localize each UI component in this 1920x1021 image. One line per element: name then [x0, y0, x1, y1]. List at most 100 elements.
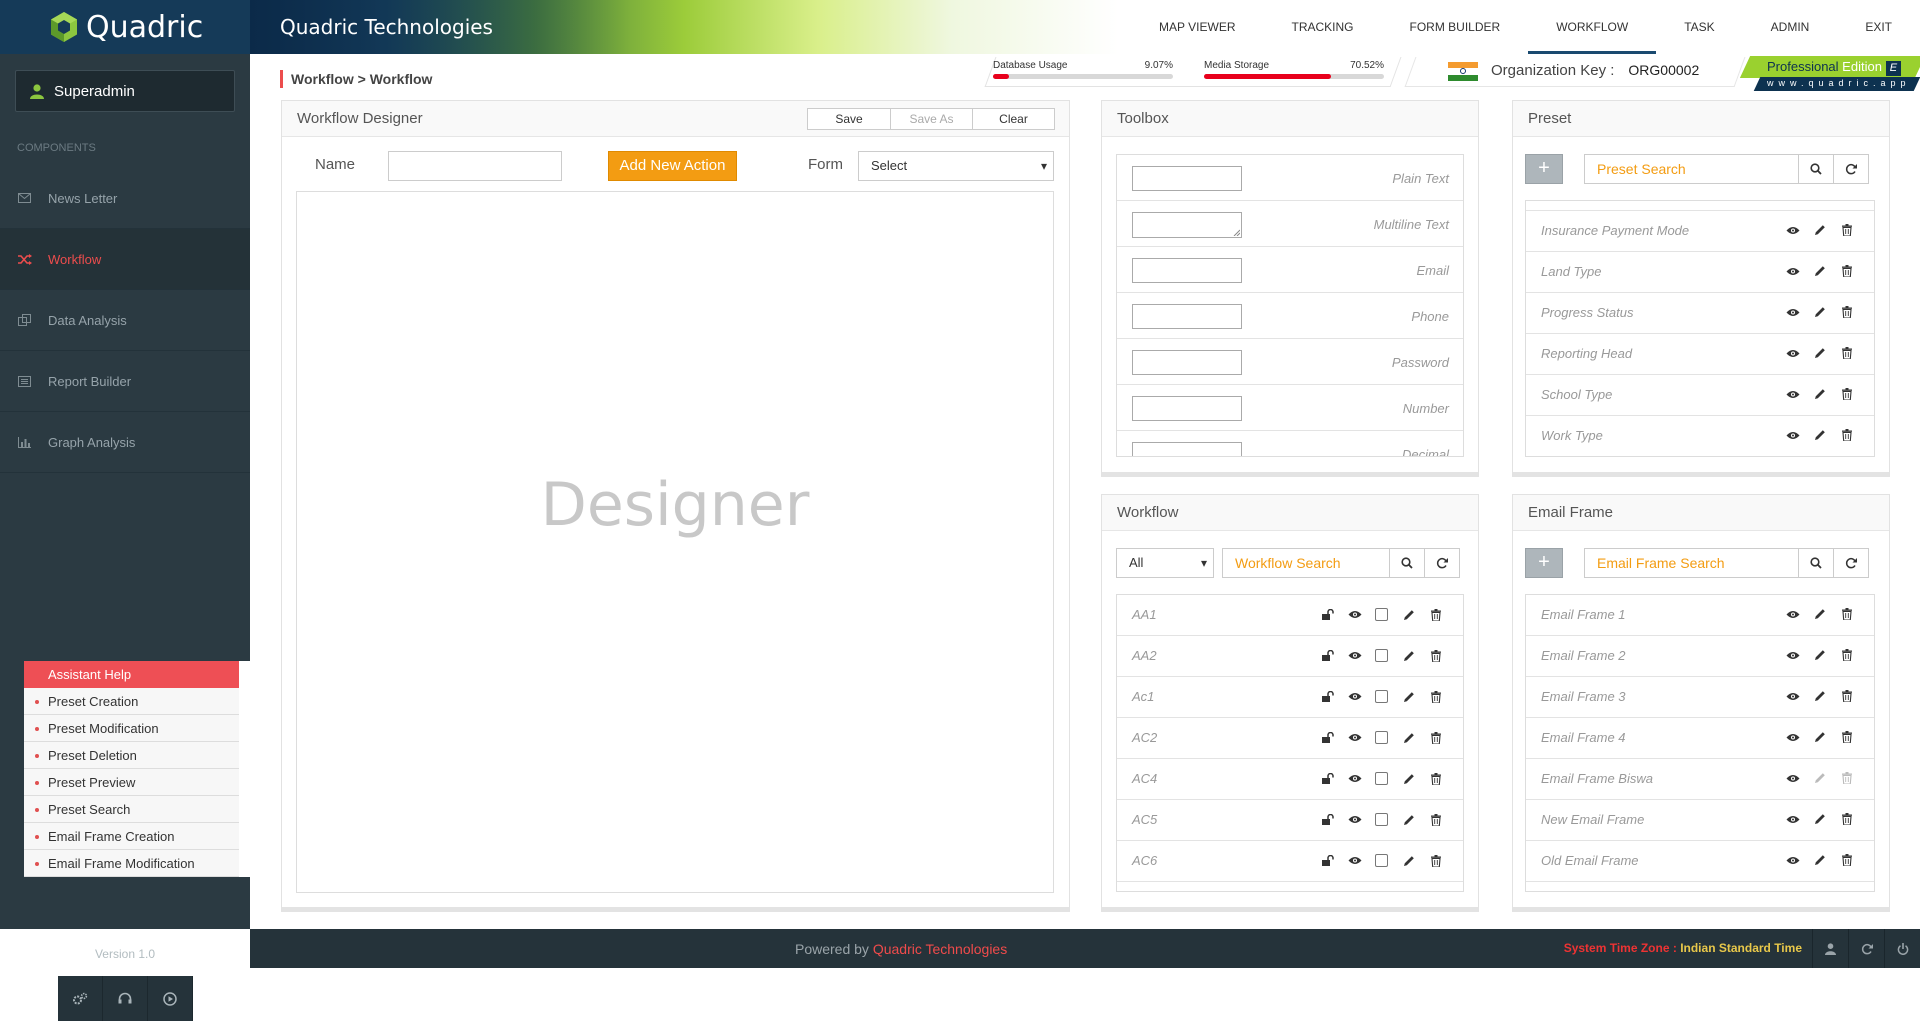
- delete-button[interactable]: [1833, 265, 1860, 277]
- view-button[interactable]: [1341, 774, 1368, 783]
- view-button[interactable]: [1779, 349, 1806, 358]
- select-checkbox[interactable]: [1368, 813, 1395, 826]
- user-box[interactable]: Superadmin: [15, 70, 235, 112]
- toolbox-item-password[interactable]: Password: [1117, 339, 1463, 385]
- unlock-button[interactable]: [1314, 609, 1341, 620]
- edit-button[interactable]: [1395, 773, 1422, 785]
- assistant-help-title[interactable]: Assistant Help: [24, 661, 239, 688]
- view-button[interactable]: [1779, 815, 1806, 824]
- view-button[interactable]: [1779, 431, 1806, 440]
- toolbox-item-number[interactable]: Number: [1117, 385, 1463, 431]
- select-checkbox[interactable]: [1368, 649, 1395, 662]
- select-checkbox[interactable]: [1368, 608, 1395, 621]
- toolbox-item-decimal[interactable]: Decimal: [1117, 431, 1463, 456]
- delete-button[interactable]: [1833, 690, 1860, 702]
- delete-button[interactable]: [1833, 772, 1860, 784]
- nav-map-viewer[interactable]: MAP VIEWER: [1131, 0, 1263, 54]
- edit-button[interactable]: [1806, 265, 1833, 277]
- select-checkbox[interactable]: [1368, 731, 1395, 744]
- select-checkbox[interactable]: [1368, 690, 1395, 703]
- unlock-button[interactable]: [1314, 773, 1341, 784]
- email-frame-search-input[interactable]: Email Frame Search: [1584, 548, 1799, 578]
- save-button[interactable]: Save: [808, 109, 890, 129]
- view-button[interactable]: [1341, 815, 1368, 824]
- view-button[interactable]: [1341, 692, 1368, 701]
- edit-button[interactable]: [1395, 650, 1422, 662]
- delete-button[interactable]: [1833, 813, 1860, 825]
- workflow-search-input[interactable]: Workflow Search: [1222, 548, 1390, 578]
- unlock-button[interactable]: [1314, 855, 1341, 866]
- view-button[interactable]: [1779, 692, 1806, 701]
- workflow-search-button[interactable]: [1389, 548, 1425, 578]
- edit-button[interactable]: [1806, 649, 1833, 661]
- delete-button[interactable]: [1422, 690, 1449, 703]
- edit-button[interactable]: [1806, 608, 1833, 620]
- clear-button[interactable]: Clear: [972, 109, 1054, 129]
- edit-button[interactable]: [1806, 306, 1833, 318]
- help-item-preset-preview[interactable]: Preset Preview: [24, 769, 239, 796]
- nav-tracking[interactable]: TRACKING: [1264, 0, 1382, 54]
- unlock-button[interactable]: [1314, 732, 1341, 743]
- edit-button[interactable]: [1806, 854, 1833, 866]
- unlock-button[interactable]: [1314, 691, 1341, 702]
- delete-button[interactable]: [1422, 731, 1449, 744]
- select-checkbox[interactable]: [1368, 854, 1395, 867]
- edit-button[interactable]: [1395, 814, 1422, 826]
- delete-button[interactable]: [1833, 388, 1860, 400]
- form-select[interactable]: Select: [858, 151, 1054, 181]
- toolbox-item-phone[interactable]: Phone: [1117, 293, 1463, 339]
- delete-button[interactable]: [1833, 649, 1860, 661]
- logo[interactable]: Quadric: [0, 0, 250, 54]
- edit-button[interactable]: [1395, 855, 1422, 867]
- preset-refresh-button[interactable]: [1833, 154, 1869, 184]
- edit-button[interactable]: [1806, 347, 1833, 359]
- edit-button[interactable]: [1806, 813, 1833, 825]
- powered-by-company[interactable]: Quadric Technologies: [873, 941, 1007, 957]
- refresh-button[interactable]: [1848, 929, 1884, 968]
- edit-button[interactable]: [1806, 224, 1833, 236]
- edit-button[interactable]: [1806, 429, 1833, 441]
- delete-button[interactable]: [1422, 649, 1449, 662]
- nav-task[interactable]: TASK: [1656, 0, 1742, 54]
- view-button[interactable]: [1779, 267, 1806, 276]
- view-button[interactable]: [1779, 308, 1806, 317]
- help-item-preset-deletion[interactable]: Preset Deletion: [24, 742, 239, 769]
- delete-button[interactable]: [1422, 772, 1449, 785]
- save-as-button[interactable]: Save As: [890, 109, 972, 129]
- delete-button[interactable]: [1422, 813, 1449, 826]
- toolbox-item-plain-text[interactable]: Plain Text: [1117, 155, 1463, 201]
- view-button[interactable]: [1779, 774, 1806, 783]
- delete-button[interactable]: [1833, 429, 1860, 441]
- view-button[interactable]: [1341, 856, 1368, 865]
- delete-button[interactable]: [1833, 608, 1860, 620]
- sidebar-item-data-analysis[interactable]: Data Analysis: [0, 290, 250, 351]
- nav-form-builder[interactable]: FORM BUILDER: [1382, 0, 1529, 54]
- add-preset-button[interactable]: +: [1525, 154, 1563, 184]
- view-button[interactable]: [1341, 610, 1368, 619]
- unlock-button[interactable]: [1314, 814, 1341, 825]
- user-button[interactable]: [1812, 929, 1848, 968]
- sidebar-item-workflow[interactable]: Workflow: [0, 229, 250, 290]
- edit-button[interactable]: [1395, 732, 1422, 744]
- edit-button[interactable]: [1806, 772, 1833, 784]
- edit-button[interactable]: [1395, 691, 1422, 703]
- designer-canvas[interactable]: Designer: [296, 191, 1054, 893]
- help-item-preset-modification[interactable]: Preset Modification: [24, 715, 239, 742]
- delete-button[interactable]: [1833, 306, 1860, 318]
- nav-exit[interactable]: EXIT: [1837, 0, 1920, 54]
- help-item-preset-creation[interactable]: Preset Creation: [24, 688, 239, 715]
- edit-button[interactable]: [1806, 690, 1833, 702]
- delete-button[interactable]: [1422, 608, 1449, 621]
- delete-button[interactable]: [1833, 854, 1860, 866]
- email-frame-refresh-button[interactable]: [1833, 548, 1869, 578]
- view-button[interactable]: [1779, 390, 1806, 399]
- edit-button[interactable]: [1806, 388, 1833, 400]
- delete-button[interactable]: [1833, 347, 1860, 359]
- view-button[interactable]: [1341, 651, 1368, 660]
- select-checkbox[interactable]: [1368, 772, 1395, 785]
- view-button[interactable]: [1779, 610, 1806, 619]
- power-button[interactable]: [1884, 929, 1920, 968]
- view-button[interactable]: [1341, 733, 1368, 742]
- delete-button[interactable]: [1833, 731, 1860, 743]
- toolbox-item-multiline-text[interactable]: Multiline Text: [1117, 201, 1463, 247]
